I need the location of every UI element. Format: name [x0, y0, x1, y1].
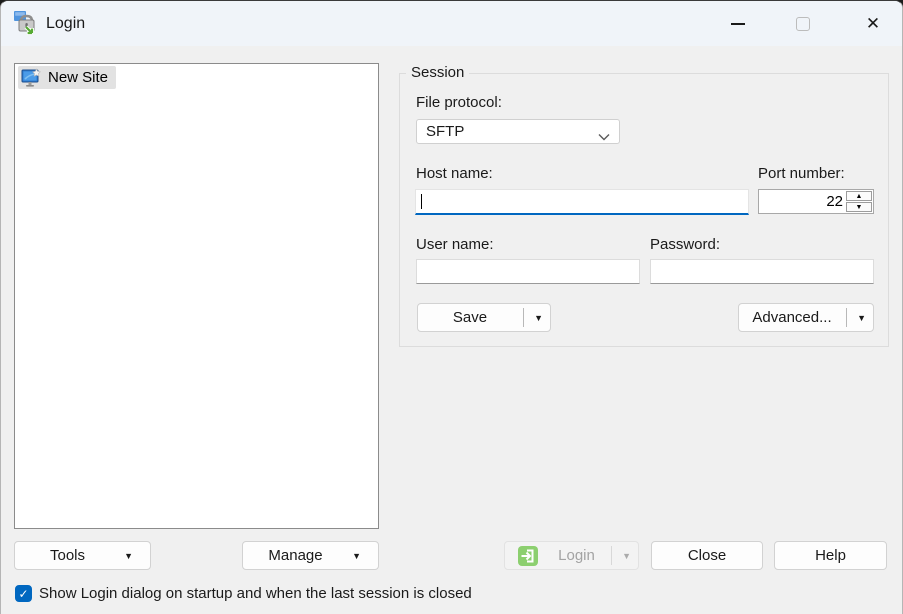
- chevron-down-icon: [598, 128, 610, 145]
- file-protocol-label: File protocol:: [416, 94, 502, 111]
- text-cursor: [421, 194, 422, 209]
- maximize-button: [780, 1, 826, 46]
- spinner-down-icon: ▼: [855, 203, 863, 211]
- login-button[interactable]: Login ▼: [504, 541, 639, 570]
- password-label: Password:: [650, 236, 721, 253]
- close-icon: ✕: [865, 14, 881, 33]
- login-arrow-icon: [518, 546, 538, 566]
- user-name-label: User name:: [416, 236, 494, 253]
- user-name-input[interactable]: [416, 259, 640, 284]
- minimize-icon: [731, 22, 745, 25]
- dropdown-arrow-icon[interactable]: ▼: [857, 313, 866, 323]
- site-list-panel[interactable]: New Site: [14, 63, 379, 529]
- advanced-button[interactable]: Advanced... ▼: [738, 303, 874, 332]
- session-group-label: Session: [406, 64, 470, 81]
- minimize-button[interactable]: [715, 1, 761, 46]
- port-spinner: ▲ ▼: [846, 191, 872, 212]
- close-button-label: Close: [687, 547, 727, 564]
- new-site-icon: [21, 67, 43, 88]
- tools-button-label: Tools: [49, 547, 86, 564]
- host-name-input[interactable]: [415, 189, 749, 215]
- spinner-up-button[interactable]: ▲: [846, 191, 872, 201]
- help-button-label: Help: [815, 547, 846, 564]
- login-button-label: Login: [558, 547, 595, 564]
- port-number-label: Port number:: [758, 165, 845, 182]
- port-number-input[interactable]: [759, 190, 845, 213]
- host-name-label: Host name:: [416, 165, 493, 182]
- file-protocol-select[interactable]: SFTP: [416, 119, 620, 144]
- dropdown-arrow-icon: ▼: [124, 551, 133, 561]
- file-protocol-value: SFTP: [426, 123, 465, 140]
- password-input[interactable]: [650, 259, 874, 284]
- title-bar[interactable]: Login ✕: [1, 1, 902, 46]
- save-button[interactable]: Save ▼: [417, 303, 551, 332]
- show-login-dialog-checkbox-label: Show Login dialog on startup and when th…: [39, 585, 472, 602]
- manage-button[interactable]: Manage ▼: [242, 541, 379, 570]
- close-window-button[interactable]: ✕: [850, 1, 896, 46]
- maximize-icon: [796, 16, 810, 31]
- advanced-button-label: Advanced...: [752, 309, 832, 326]
- site-list-item-label: New Site: [48, 69, 109, 86]
- save-button-label: Save: [452, 309, 488, 326]
- login-dialog-window: Login ✕ New Site Session File protocol: …: [0, 0, 903, 614]
- dropdown-arrow-icon: ▼: [352, 551, 361, 561]
- winscp-logo-icon: [13, 10, 40, 37]
- spinner-up-icon: ▲: [855, 192, 863, 200]
- spinner-down-button[interactable]: ▼: [846, 202, 872, 212]
- site-list-item-new-site[interactable]: New Site: [18, 66, 117, 89]
- port-number-field-wrap: ▲ ▼: [758, 189, 874, 214]
- split-divider: [846, 308, 847, 327]
- split-divider: [523, 308, 524, 327]
- dropdown-arrow-icon[interactable]: ▼: [534, 313, 543, 323]
- checkmark-icon: ✓: [18, 586, 29, 601]
- close-button[interactable]: Close: [651, 541, 763, 570]
- show-login-dialog-checkbox[interactable]: ✓: [15, 585, 32, 602]
- manage-button-label: Manage: [268, 547, 323, 564]
- help-button[interactable]: Help: [774, 541, 887, 570]
- dropdown-arrow-icon: ▼: [622, 551, 631, 561]
- split-divider: [611, 546, 612, 565]
- host-name-field-wrap: [415, 189, 749, 215]
- window-title: Login: [46, 15, 86, 32]
- tools-button[interactable]: Tools ▼: [14, 541, 151, 570]
